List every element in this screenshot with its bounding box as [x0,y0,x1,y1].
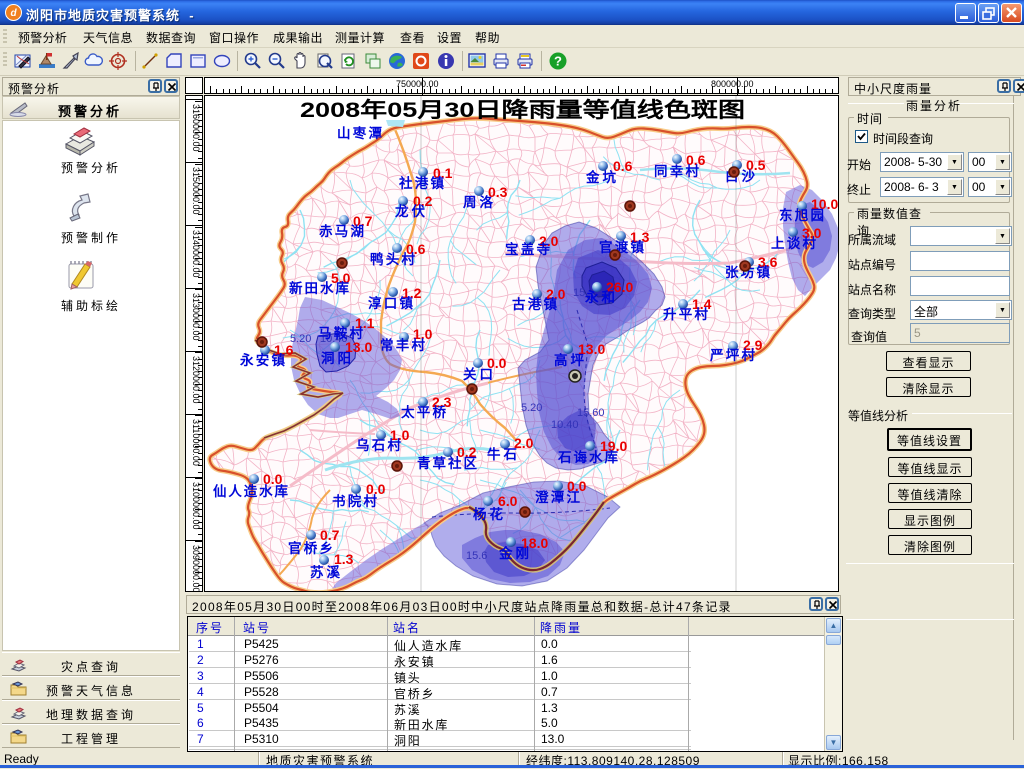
svg-text:严坪村: 严坪村 [709,347,756,363]
svg-text:东旭园: 东旭园 [779,207,824,223]
svg-text:澄潭江: 澄潭江 [535,489,581,505]
svg-text:淳口镇: 淳口镇 [368,295,414,311]
svg-text:山枣潭: 山枣潭 [337,125,383,141]
svg-text:鸭头村: 鸭头村 [370,251,416,267]
svg-text:太平桥: 太平桥 [401,404,447,420]
svg-text:赤马湖: 赤马湖 [319,224,364,239]
svg-text:5.20: 5.20 [521,402,542,414]
svg-text:升平村: 升平村 [663,306,709,322]
svg-text:10.40: 10.40 [551,419,579,431]
svg-text:官渡镇: 官渡镇 [599,239,645,255]
svg-text:宝盖寺: 宝盖寺 [505,241,551,257]
svg-text:同幸村: 同幸村 [654,163,700,179]
svg-text:?: ? [554,54,562,69]
svg-text:新田水库: 新田水库 [289,280,350,296]
svg-text:古港镇: 古港镇 [512,296,558,312]
svg-text:d: d [10,8,17,19]
svg-text:15.60: 15.60 [577,407,605,419]
svg-text:书院村: 书院村 [332,493,378,509]
svg-text:社港镇: 社港镇 [398,175,445,191]
svg-text:2008年05月30日降雨量等值线色斑图: 2008年05月30日降雨量等值线色斑图 [300,98,745,122]
svg-text:15.6: 15.6 [466,550,487,562]
svg-text:官桥乡: 官桥乡 [288,540,333,556]
svg-text:永安镇: 永安镇 [240,352,286,368]
svg-text:常丰村: 常丰村 [380,337,426,353]
svg-text:仙人造水库: 仙人造水库 [213,483,289,499]
svg-text:乌石村: 乌石村 [356,437,402,453]
svg-text:青草社区: 青草社区 [417,455,478,471]
svg-text:上谈村: 上谈村 [771,235,817,251]
